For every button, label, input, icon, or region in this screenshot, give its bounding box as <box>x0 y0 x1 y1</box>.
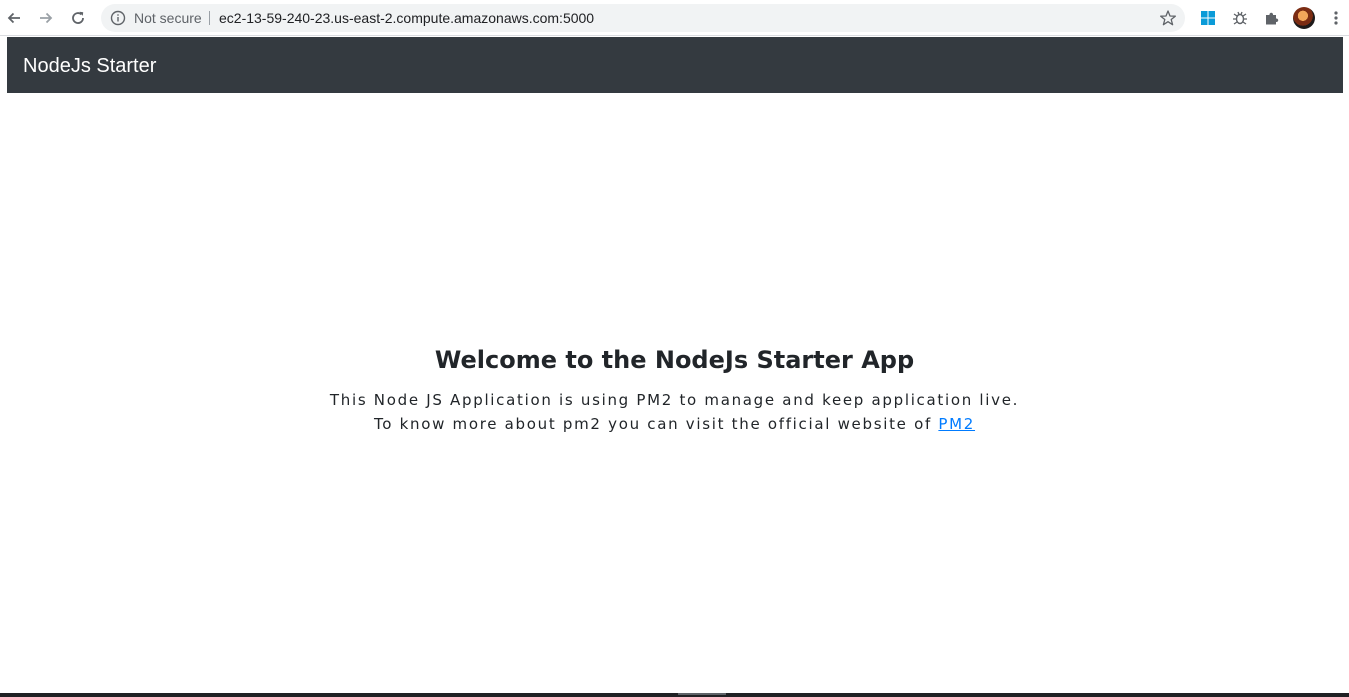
description-line-2: To know more about pm2 you can visit the… <box>0 412 1349 436</box>
navbar-brand[interactable]: NodeJs Starter <box>23 37 156 95</box>
url-text[interactable]: ec2-13-59-240-23.us-east-2.compute.amazo… <box>219 10 594 26</box>
puzzle-extension-icon <box>1266 12 1279 25</box>
bug-extension-icon <box>1233 11 1247 25</box>
windows-extension-button[interactable] <box>1198 8 1218 28</box>
star-icon[interactable] <box>1159 9 1177 27</box>
scroll-thumb[interactable] <box>678 693 726 695</box>
reload-button[interactable] <box>66 6 90 30</box>
main-content: Welcome to the NodeJs Starter App This N… <box>0 340 1349 436</box>
security-label[interactable]: Not secure <box>134 10 202 26</box>
bug-extension-button[interactable] <box>1230 8 1250 28</box>
info-icon[interactable] <box>110 10 126 26</box>
address-bar[interactable]: Not secure ec2-13-59-240-23.us-east-2.co… <box>101 4 1185 32</box>
description-line-2-text: To know more about pm2 you can visit the… <box>373 415 939 433</box>
back-button[interactable] <box>2 6 26 30</box>
menu-dots-icon <box>1334 11 1338 25</box>
forward-button[interactable] <box>34 6 58 30</box>
forward-arrow-icon <box>40 12 53 24</box>
pm2-link[interactable]: PM2 <box>938 415 975 433</box>
browser-menu-button[interactable] <box>1326 8 1346 28</box>
description-line-1: This Node JS Application is using PM2 to… <box>329 391 1020 409</box>
page-navbar: NodeJs Starter <box>7 37 1343 93</box>
profile-avatar[interactable] <box>1293 7 1315 29</box>
omnibox-separator <box>209 11 210 25</box>
browser-toolbar: Not secure ec2-13-59-240-23.us-east-2.co… <box>0 0 1349 36</box>
back-arrow-icon <box>7 12 20 24</box>
reload-icon <box>72 11 84 24</box>
windows-extension-icon <box>1201 11 1215 25</box>
description: This Node JS Application is using PM2 to… <box>0 388 1349 436</box>
welcome-title: Welcome to the NodeJs Starter App <box>434 346 915 374</box>
taskbar-edge <box>0 693 1349 697</box>
extensions-button[interactable] <box>1262 8 1282 28</box>
